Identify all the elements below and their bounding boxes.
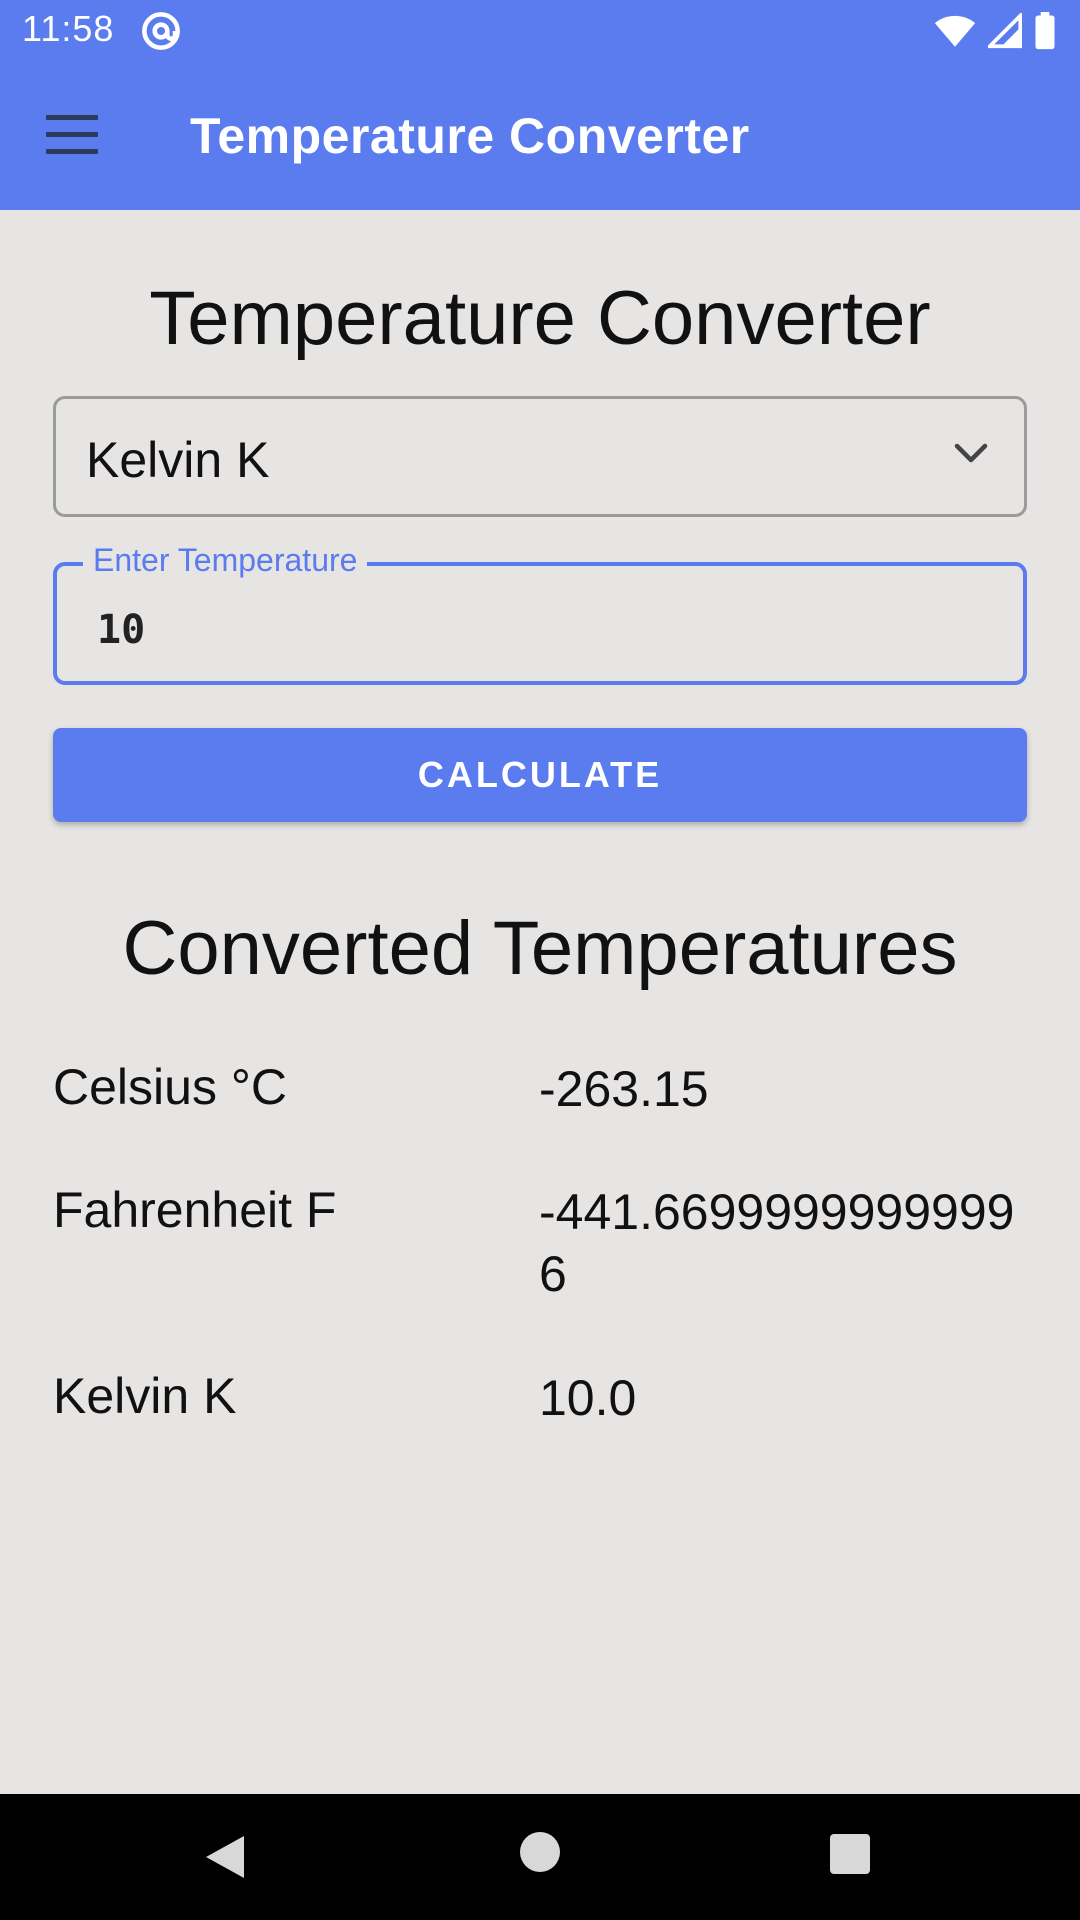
hamburger-menu-icon[interactable] <box>46 115 98 155</box>
battery-icon <box>1035 12 1055 50</box>
result-label: Celsius °C <box>53 1059 287 1115</box>
app-screen: 11:58 Temperature Converter Temperature … <box>0 0 1080 1920</box>
result-value: 10.0 <box>539 1370 637 1426</box>
app-bar: Temperature Converter <box>0 63 1080 210</box>
at-sign-icon <box>142 12 180 50</box>
page-title: Temperature Converter <box>149 276 931 361</box>
unit-select-value: Kelvin K <box>86 432 270 488</box>
unit-select[interactable]: Kelvin K <box>53 396 1027 517</box>
result-value: -441.66999999999996 <box>539 1184 1015 1302</box>
home-icon[interactable] <box>520 1832 560 1872</box>
temperature-field[interactable]: Enter Temperature <box>53 542 1027 685</box>
status-icons <box>934 12 1056 50</box>
chevron-down-icon <box>954 443 988 463</box>
temperature-field-label: Enter Temperature <box>83 542 368 579</box>
wifi-icon <box>934 15 976 47</box>
result-value: -263.15 <box>539 1061 709 1117</box>
results-title: Converted Temperatures <box>122 906 958 991</box>
temperature-input[interactable] <box>97 600 977 660</box>
calculate-button[interactable]: CALCULATE <box>53 728 1027 822</box>
status-bar: 11:58 <box>0 0 1080 63</box>
system-nav-bar <box>0 1794 1080 1920</box>
result-label: Fahrenheit F <box>53 1182 337 1238</box>
recents-icon[interactable] <box>830 1834 870 1874</box>
back-icon[interactable] <box>204 1834 246 1880</box>
status-time: 11:58 <box>22 8 115 49</box>
result-label: Kelvin K <box>53 1368 237 1424</box>
signal-icon <box>988 13 1022 49</box>
app-bar-title: Temperature Converter <box>190 108 750 164</box>
